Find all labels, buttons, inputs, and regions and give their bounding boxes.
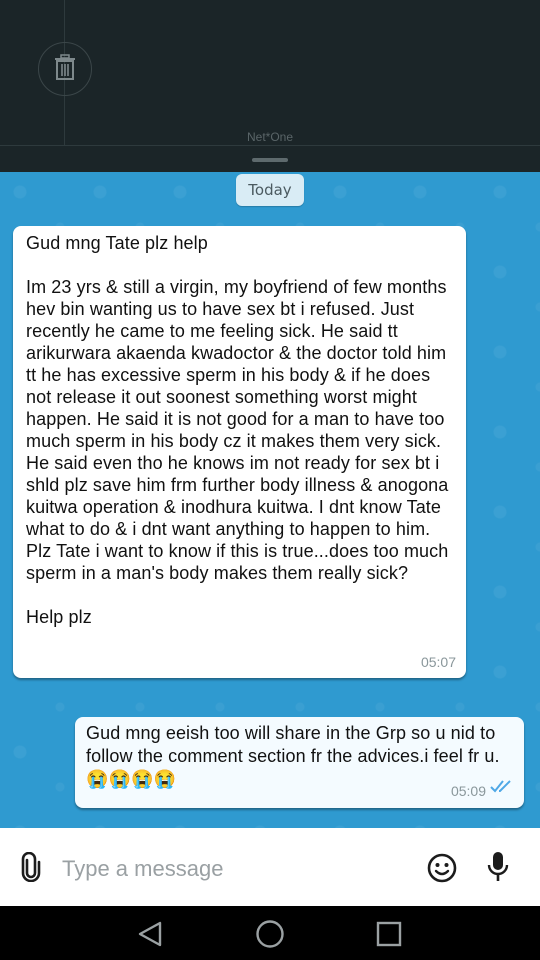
- outgoing-message-bubble[interactable]: Gud mng eeish too will share in the Grp …: [75, 717, 524, 808]
- notification-shade: Net*One: [0, 0, 540, 172]
- paperclip-icon[interactable]: [18, 851, 44, 886]
- chat-area[interactable]: Today Gud mng Tate plz help Im 23 yrs & …: [0, 172, 540, 828]
- carrier-label: Net*One: [246, 130, 294, 144]
- back-triangle-icon[interactable]: [136, 920, 164, 952]
- message-text: Gud mng eeish too will share in the Grp …: [86, 723, 500, 789]
- delete-button[interactable]: [38, 42, 92, 96]
- double-check-icon: [490, 778, 514, 799]
- incoming-message-bubble[interactable]: Gud mng Tate plz help Im 23 yrs & still …: [13, 226, 466, 678]
- smiley-icon[interactable]: [426, 852, 458, 888]
- date-divider: Today: [236, 174, 304, 206]
- message-time: 05:07: [420, 654, 456, 670]
- trash-icon: [53, 54, 77, 84]
- message-paragraph: Help plz: [26, 607, 92, 627]
- message-input-bar: Type a message: [0, 828, 540, 906]
- home-circle-icon[interactable]: [255, 919, 285, 953]
- message-paragraph: Im 23 yrs & still a virgin, my boyfriend…: [26, 277, 449, 583]
- message-paragraph: Gud mng Tate plz help: [26, 233, 208, 253]
- message-time: 05:09: [450, 783, 486, 799]
- microphone-icon[interactable]: [485, 850, 511, 888]
- shade-drag-handle[interactable]: [252, 158, 288, 162]
- system-nav-bar: [0, 906, 540, 960]
- message-input[interactable]: Type a message: [62, 856, 223, 882]
- shade-divider-horizontal: [0, 145, 540, 146]
- recents-square-icon[interactable]: [376, 921, 402, 951]
